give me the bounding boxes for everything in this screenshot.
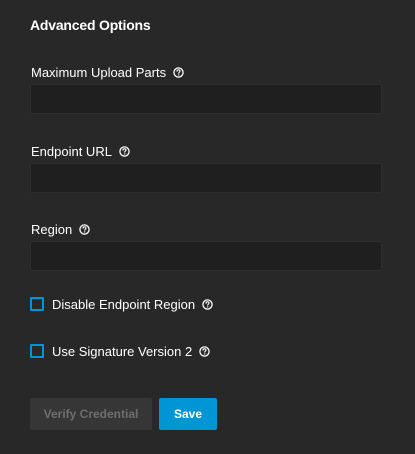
verify-credential-button[interactable]: Verify Credential [30,398,152,430]
max-upload-parts-label-row: Maximum Upload Parts [31,64,184,80]
use-signature-v2-row[interactable]: Use Signature Version 2 [30,343,210,359]
disable-endpoint-region-checkbox[interactable] [30,297,44,311]
region-label: Region [31,221,73,237]
help-icon[interactable] [202,298,213,310]
save-button[interactable]: Save [159,398,217,430]
section-title: Advanced Options [30,17,151,33]
use-signature-v2-checkbox[interactable] [30,344,44,358]
help-icon[interactable] [199,345,210,357]
help-icon[interactable] [79,223,90,235]
endpoint-url-label: Endpoint URL [31,143,112,159]
max-upload-parts-label: Maximum Upload Parts [31,64,167,80]
region-label-row: Region [31,221,90,237]
max-upload-parts-input[interactable] [30,84,382,114]
disable-endpoint-region-label[interactable]: Disable Endpoint Region [52,297,195,312]
disable-endpoint-region-row[interactable]: Disable Endpoint Region [30,296,213,312]
endpoint-url-input[interactable] [30,163,382,193]
advanced-options-panel: Advanced Options Maximum Upload Parts En… [0,0,415,454]
endpoint-url-label-row: Endpoint URL [31,143,130,159]
use-signature-v2-label[interactable]: Use Signature Version 2 [52,344,192,359]
help-icon[interactable] [173,66,184,78]
help-icon[interactable] [119,145,130,157]
region-input[interactable] [30,241,382,271]
